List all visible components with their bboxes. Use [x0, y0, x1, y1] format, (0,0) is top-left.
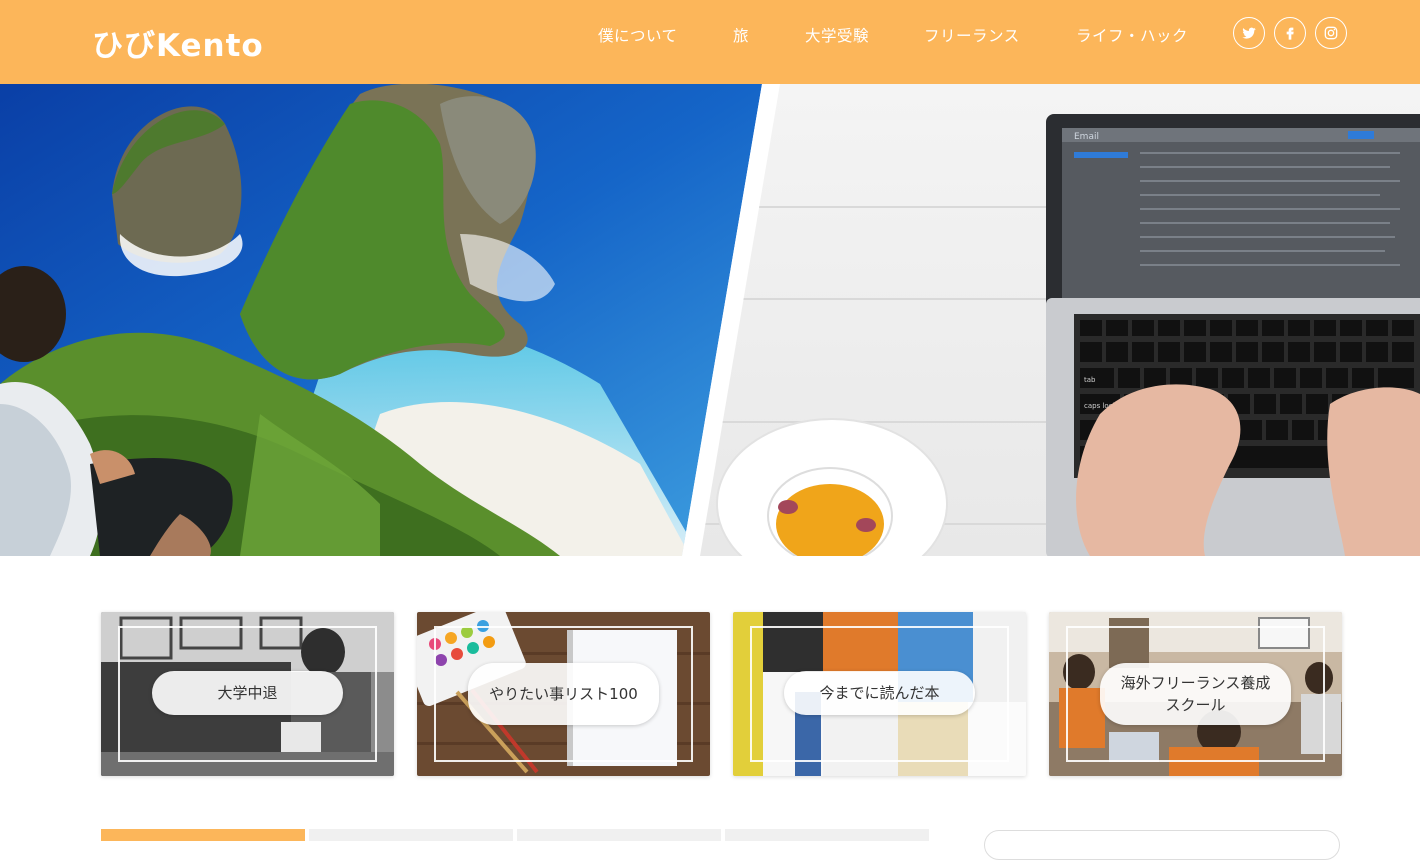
tab-new-posts[interactable]	[101, 829, 305, 841]
nav-item-about[interactable]: 僕について	[598, 24, 678, 46]
nav-item-travel[interactable]: 旅	[733, 24, 749, 46]
instagram-icon[interactable]	[1315, 17, 1347, 49]
card-label: 海外フリーランス養成スクール	[1100, 663, 1291, 725]
card-label: やりたい事リスト100	[468, 663, 659, 725]
site-header: ひびKento 僕について 旅 大学受験 フリーランス ライフ・ハック	[0, 0, 1420, 84]
hero-banner: Email tab caps lock	[0, 84, 1420, 556]
hero-illustration: Email tab caps lock	[0, 84, 1420, 556]
category-card-books[interactable]: 今までに読んだ本	[733, 612, 1026, 776]
laptop-screen-title: Email	[1074, 132, 1099, 142]
card-label: 大学中退	[152, 671, 343, 715]
category-card-bucket-list[interactable]: やりたい事リスト100	[417, 612, 710, 776]
category-card-freelance-school[interactable]: 海外フリーランス養成スクール	[1049, 612, 1342, 776]
tab-category-a[interactable]	[517, 829, 721, 841]
nav-item-freelance[interactable]: フリーランス	[924, 24, 1020, 46]
work-photo: Email tab caps lock	[700, 84, 1420, 556]
key-tab-label: tab	[1084, 376, 1096, 384]
tab-popular-posts[interactable]	[309, 829, 513, 841]
twitter-icon[interactable]	[1233, 17, 1265, 49]
facebook-icon[interactable]	[1274, 17, 1306, 49]
card-label: 今までに読んだ本	[784, 671, 975, 715]
category-card-dropout[interactable]: 大学中退	[101, 612, 394, 776]
nav-item-university-exam[interactable]: 大学受験	[805, 24, 869, 46]
nav-item-life-hack[interactable]: ライフ・ハック	[1076, 24, 1188, 46]
travel-photo	[0, 84, 762, 556]
site-logo[interactable]: ひびKento	[92, 20, 264, 65]
tab-category-b[interactable]	[725, 829, 929, 841]
sidebar-search-input[interactable]	[984, 830, 1340, 860]
